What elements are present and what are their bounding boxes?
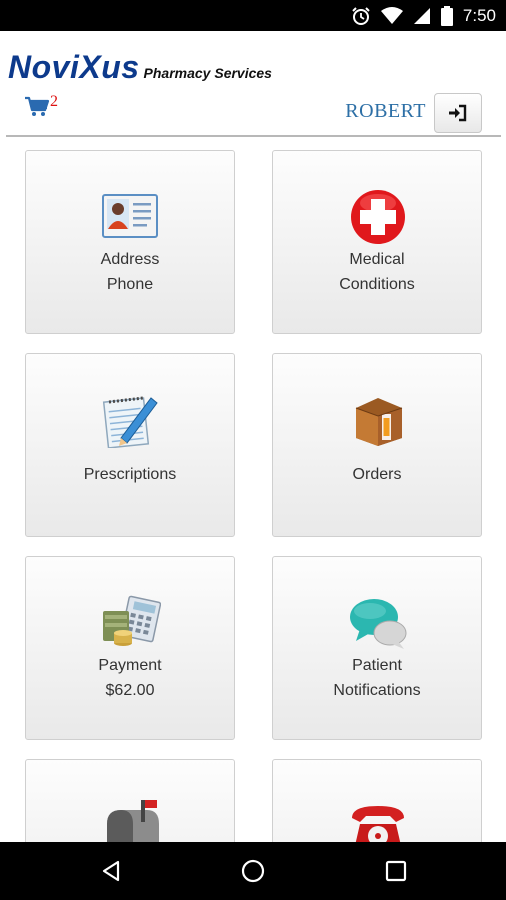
brand-subtitle: Pharmacy Services [143,65,272,81]
package-box-icon [355,398,403,446]
payment-amount: $62.00 [105,682,155,699]
app-header: NoviXus Pharmacy Services 2 ROBERT [0,31,506,139]
nav-home-button[interactable] [237,855,269,887]
tile-label-line1: Patient [352,657,402,674]
tile-medical-conditions[interactable]: Medical Conditions [272,150,482,334]
user-name: ROBERT [345,100,426,122]
logout-button[interactable] [434,93,482,133]
tile-payment[interactable]: Payment $62.00 [25,556,235,740]
tile-orders[interactable]: Orders [272,353,482,537]
tile-phone[interactable] [272,759,482,842]
back-icon [102,860,120,882]
recents-icon [385,860,407,882]
signal-icon [413,7,430,24]
brand-name: NoviXus [8,49,140,85]
tile-label-line1: Medical [349,251,405,268]
system-nav-bar [0,842,506,900]
menu-grid: Address Phone Medical Conditions Prescri… [0,138,506,842]
tile-label-line1: Prescriptions [83,466,177,483]
mailbox-icon [107,800,159,842]
tile-mail[interactable] [25,759,235,842]
wifi-icon [380,6,403,24]
nav-recents-button[interactable] [380,855,412,887]
nav-back-button[interactable] [95,855,127,887]
contact-card-icon [102,194,158,238]
tile-prescriptions[interactable]: Prescriptions [25,353,235,537]
tile-label-line1: Orders [352,466,402,483]
tile-label-line2: Conditions [339,276,415,293]
tile-address-phone[interactable]: Address Phone [25,150,235,334]
brand-logo[interactable]: NoviXus Pharmacy Services [8,49,272,86]
status-time: 7:50 [462,5,496,25]
status-bar: 7:50 [0,0,506,31]
tile-patient-notifications[interactable]: Patient Notifications [272,556,482,740]
tile-label-line2: Notifications [333,682,421,699]
telephone-icon [352,806,404,842]
cart-icon[interactable] [24,95,50,117]
chat-bubbles-icon [350,599,407,649]
money-calculator-icon [103,595,161,646]
cart-count-badge: 2 [50,93,58,110]
tile-label-line1: Address [100,251,160,268]
battery-icon [440,5,453,26]
tile-label-line1: Payment [98,657,162,674]
tile-label-line2: Phone [106,276,154,293]
sign-out-icon [449,104,467,122]
alarm-icon [352,6,370,25]
medical-cross-icon [351,190,405,244]
notepad-pencil-icon [102,396,158,448]
header-divider [6,135,501,137]
home-icon [241,859,265,883]
